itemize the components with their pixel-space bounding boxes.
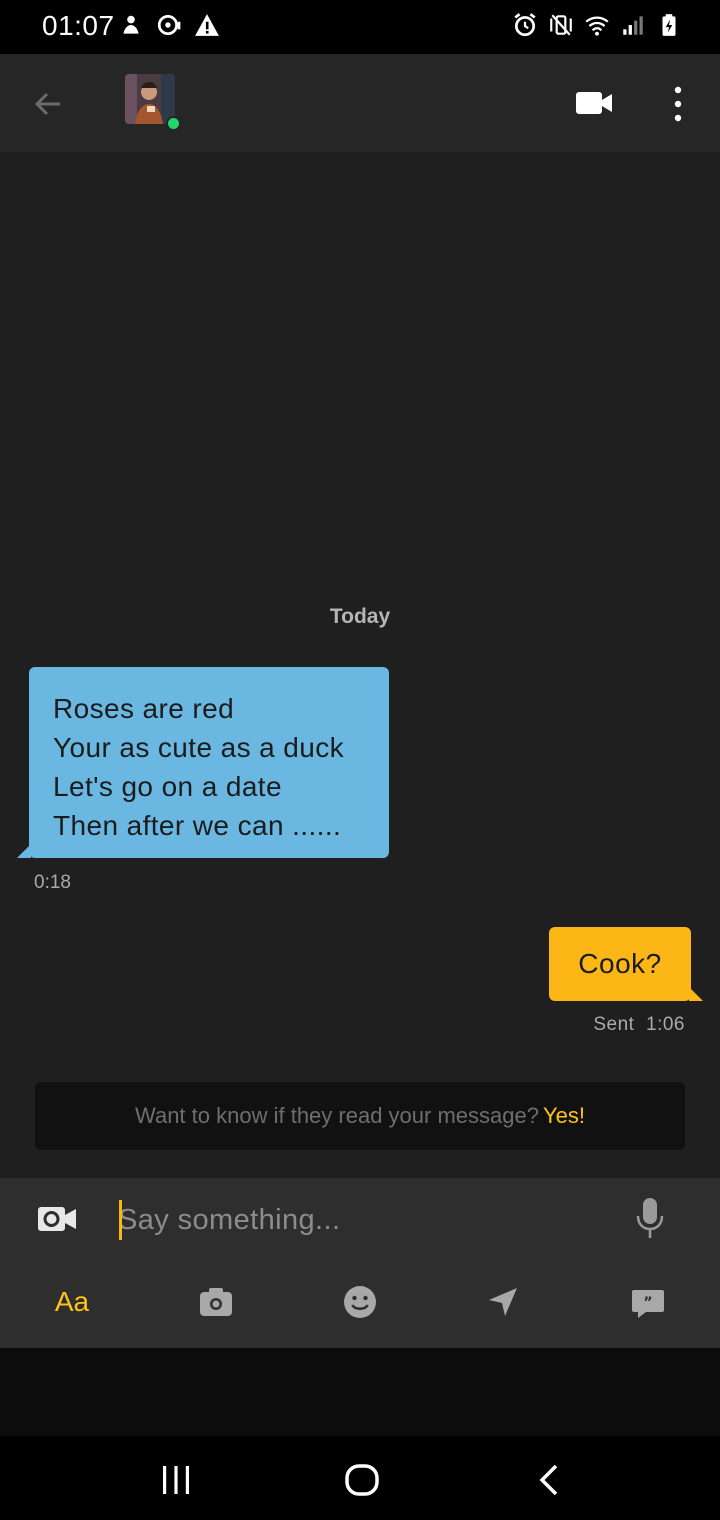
avatar-image [125,74,175,124]
status-bar: 01:07 [0,0,720,54]
avatar[interactable] [125,74,175,124]
chat-bubble-icon [157,14,181,36]
composer-toolbar: Aa ” [0,1268,720,1338]
emoji-icon[interactable] [342,1280,378,1324]
read-receipt-yes-link[interactable]: Yes! [543,1103,585,1128]
vibrate-mute-icon [550,14,572,36]
home-icon[interactable] [340,1458,384,1502]
notification-icon [123,15,139,34]
saved-phrases-icon[interactable]: ” [630,1280,666,1324]
svg-text:”: ” [643,1295,652,1311]
signal-icon [623,16,643,35]
message-input[interactable]: Say something... [118,1196,608,1244]
chat-thread[interactable]: Today Roses are red Your as cute as a du… [0,152,720,1178]
arrow-left-icon[interactable] [26,82,70,126]
text-format-button[interactable]: Aa [52,1280,92,1324]
outgoing-message-bubble[interactable]: Cook? [549,927,703,1001]
read-receipt-banner[interactable]: Want to know if they read your message? Y… [35,1082,685,1150]
back-nav-icon[interactable] [528,1458,572,1502]
status-right-icons [512,12,682,38]
message-line: Your as cute as a duck [53,732,345,763]
location-icon[interactable] [485,1280,521,1324]
date-separator: Today [329,605,391,628]
incoming-message-time: 0:18 [34,872,71,893]
message-text: Cook? [578,948,662,979]
wifi-icon [585,16,609,36]
message-line: Let's go on a date [53,771,282,802]
incoming-message-bubble[interactable]: Roses are red Your as cute as a duck Let… [17,667,389,858]
app-bar [0,54,720,152]
status-time: 01:07 [42,10,115,41]
battery-icon [662,14,676,36]
video-camera-icon[interactable] [574,88,614,118]
alarm-icon [514,13,536,37]
more-vertical-icon[interactable] [664,84,692,124]
warning-icon [195,14,219,36]
recent-apps-icon[interactable] [154,1458,198,1502]
message-composer: Say something... Aa ” [0,1178,720,1348]
keyboard-spacer [0,1348,720,1436]
system-navigation-bar [0,1436,720,1520]
bubble-tail [17,844,31,858]
read-receipt-prompt: Want to know if they read your message? [135,1103,539,1128]
camera-icon[interactable] [198,1280,234,1324]
text-cursor [119,1200,122,1240]
outgoing-message-status: Sent 1:06 [593,1014,685,1035]
bubble-tail [689,987,703,1001]
microphone-icon[interactable] [634,1196,666,1240]
message-line: Then after we can ...... [53,810,342,841]
online-status-indicator [166,116,181,131]
video-camera-outline-icon[interactable] [36,1204,78,1234]
message-line: Roses are red [53,693,235,724]
status-left-icons [118,12,220,38]
